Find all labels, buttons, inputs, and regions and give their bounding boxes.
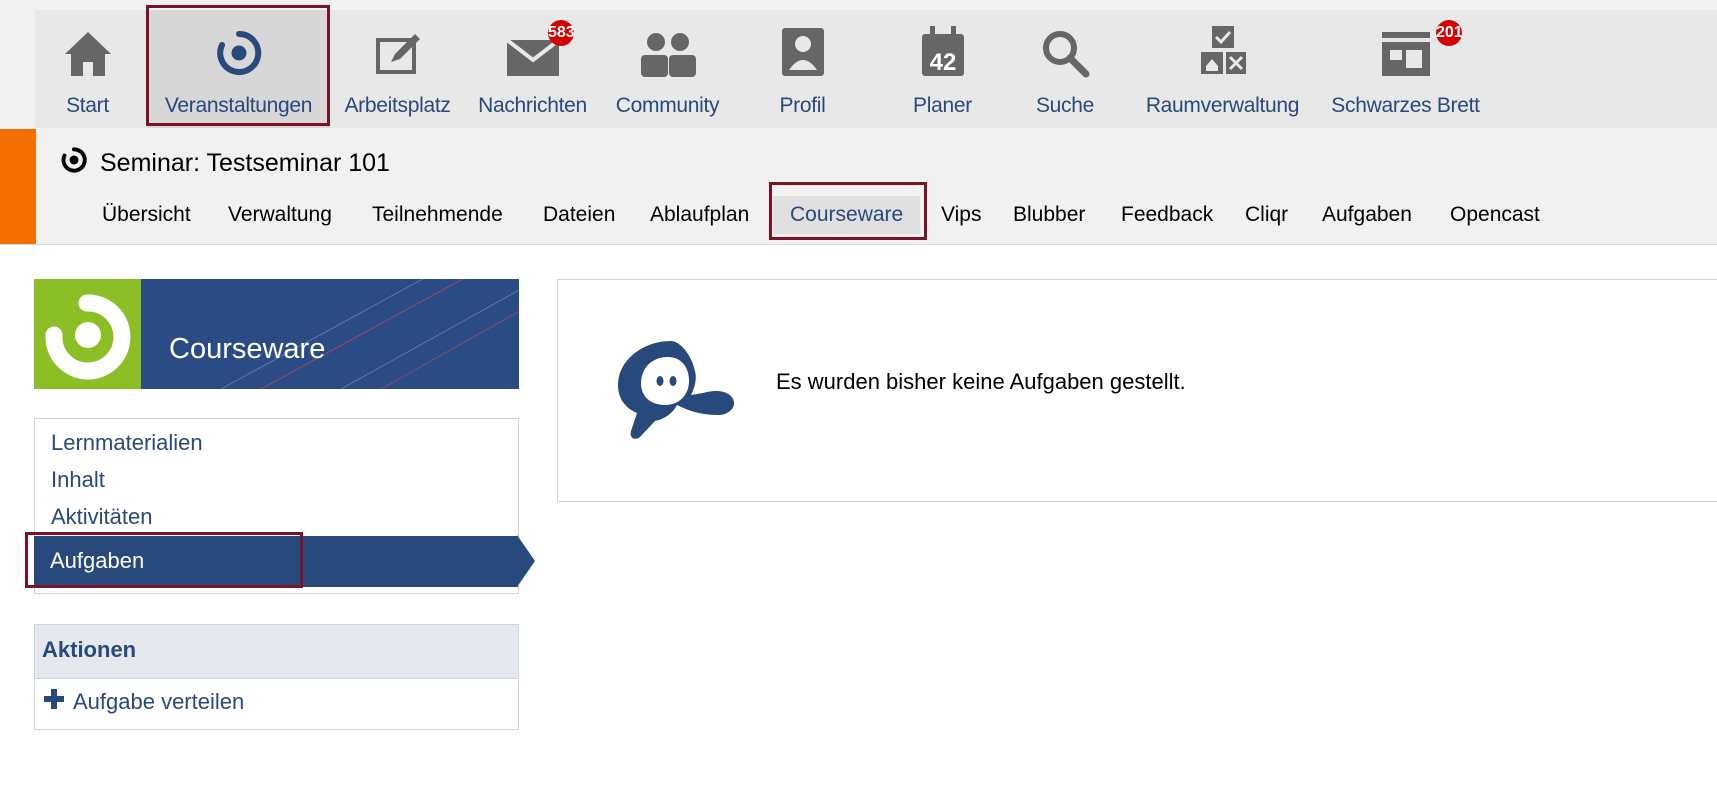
tab-vips[interactable]: Vips xyxy=(941,196,981,234)
active-item-arrow xyxy=(517,535,535,587)
tab-teilnehmende[interactable]: Teilnehmende xyxy=(372,196,503,234)
nav-label: Raumverwaltung xyxy=(1145,94,1300,117)
tab-courseware[interactable]: Courseware xyxy=(773,196,921,234)
empty-state-message: Es wurden bisher keine Aufgaben gestellt… xyxy=(776,369,1186,394)
sidebar-item-label: Aufgaben xyxy=(50,548,145,573)
svg-text:42: 42 xyxy=(929,49,956,76)
bulletin-board-icon xyxy=(1378,22,1434,78)
home-icon xyxy=(63,22,113,78)
course-icon xyxy=(60,146,88,181)
distribute-task-action[interactable]: Aufgabe verteilen xyxy=(43,688,244,716)
nav-label: Schwarzes Brett xyxy=(1331,94,1480,117)
nav-item-profil[interactable]: Profil xyxy=(740,10,865,128)
nav-label: Veranstaltungen xyxy=(164,94,313,117)
profile-icon xyxy=(778,22,828,78)
nav-label: Community xyxy=(615,94,720,117)
sidebar-item-aufgaben[interactable]: Aufgaben xyxy=(34,536,518,587)
tab-dateien[interactable]: Dateien xyxy=(543,196,615,234)
course-title: Seminar: Testseminar 101 xyxy=(60,146,390,180)
courseware-logo-icon xyxy=(34,279,141,389)
tab-ablaufplan[interactable]: Ablaufplan xyxy=(650,196,749,234)
courseware-banner: Courseware xyxy=(34,279,519,389)
sidebar-item-lernmaterialien[interactable]: Lernmaterialien xyxy=(51,430,203,456)
course-context-bar: Seminar: Testseminar 101 Übersicht Verwa… xyxy=(0,129,1717,245)
nav-item-schwarzes-brett[interactable]: 201 Schwarzes Brett xyxy=(1318,10,1493,128)
course-tabs: Übersicht Verwaltung Teilnehmende Dateie… xyxy=(0,196,1717,234)
nav-item-planer[interactable]: 42 Planer xyxy=(880,10,1005,128)
nav-label: Planer xyxy=(913,94,972,117)
actions-widget: Aktionen Aufgabe verteilen xyxy=(34,624,519,730)
tab-opencast[interactable]: Opencast xyxy=(1450,196,1540,234)
nav-label: Profil xyxy=(779,94,826,117)
nav-label: Arbeitsplatz xyxy=(344,94,451,117)
course-title-text: Seminar: Testseminar 101 xyxy=(100,148,390,177)
sidebar-item-inhalt[interactable]: Inhalt xyxy=(51,467,105,493)
actions-header: Aktionen xyxy=(35,625,518,679)
tab-aufgaben[interactable]: Aufgaben xyxy=(1322,196,1412,234)
room-management-icon xyxy=(1198,22,1248,78)
actions-title: Aktionen xyxy=(42,637,137,662)
community-icon xyxy=(638,22,698,78)
search-icon xyxy=(1040,22,1090,78)
plus-icon xyxy=(43,688,65,716)
nav-item-community[interactable]: Community xyxy=(605,10,730,128)
nav-item-raumverwaltung[interactable]: Raumverwaltung xyxy=(1135,10,1310,128)
nav-label: Nachrichten xyxy=(478,94,587,117)
courseware-mascot-icon xyxy=(613,335,738,450)
nav-item-arbeitsplatz[interactable]: Arbeitsplatz xyxy=(335,10,460,128)
nav-item-start[interactable]: Start xyxy=(35,10,140,128)
tab-feedback[interactable]: Feedback xyxy=(1121,196,1213,234)
main-navigation-bar: Start Veranstaltungen Arbeitsplatz 583 N… xyxy=(35,10,1717,128)
workplace-icon xyxy=(373,22,423,78)
unread-messages-badge: 583 xyxy=(548,20,574,46)
bulletin-board-badge: 201 xyxy=(1436,20,1462,46)
action-label: Aufgabe verteilen xyxy=(73,689,245,714)
tab-verwaltung[interactable]: Verwaltung xyxy=(228,196,332,234)
nav-item-suche[interactable]: Suche xyxy=(1010,10,1120,128)
nav-label: Suche xyxy=(1035,94,1095,117)
sidebar-item-aktivitaeten[interactable]: Aktivitäten xyxy=(51,504,153,530)
banner-title: Courseware xyxy=(169,333,326,365)
nav-item-veranstaltungen[interactable]: Veranstaltungen xyxy=(147,10,330,128)
tab-blubber[interactable]: Blubber xyxy=(1013,196,1085,234)
main-content: Es wurden bisher keine Aufgaben gestellt… xyxy=(557,279,1717,502)
courses-icon xyxy=(214,22,264,78)
nav-label: Start xyxy=(66,94,109,117)
tab-cliqr[interactable]: Cliqr xyxy=(1245,196,1288,234)
nav-item-nachrichten[interactable]: 583 Nachrichten xyxy=(470,10,595,128)
main-navigation: Start Veranstaltungen Arbeitsplatz 583 N… xyxy=(0,0,1717,129)
tab-uebersicht[interactable]: Übersicht xyxy=(102,196,191,234)
sidebar-navigation: Lernmaterialien Inhalt Aktivitäten Aufga… xyxy=(34,418,519,594)
calendar-icon: 42 xyxy=(918,22,968,78)
